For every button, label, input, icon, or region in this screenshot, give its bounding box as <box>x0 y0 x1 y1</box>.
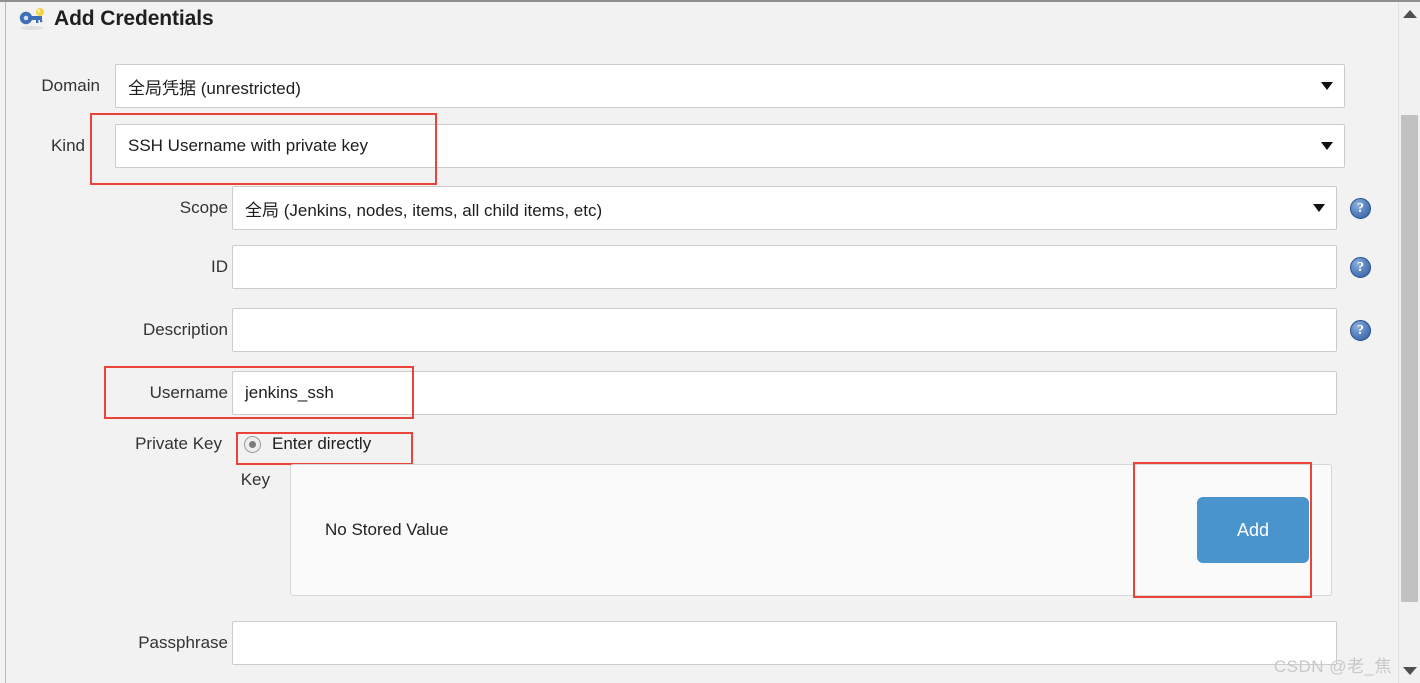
chevron-down-icon <box>1321 82 1333 90</box>
description-input[interactable] <box>232 308 1337 352</box>
key-value-panel[interactable]: No Stored Value Add <box>290 464 1332 596</box>
scroll-down-arrow-icon[interactable] <box>1402 667 1417 675</box>
id-row: ID ? <box>0 245 1375 289</box>
chevron-down-icon <box>1321 142 1333 150</box>
enter-directly-label: Enter directly <box>272 434 372 453</box>
chevron-down-icon <box>1313 204 1325 212</box>
kind-select[interactable]: SSH Username with private key <box>115 124 1345 168</box>
username-row: Username jenkins_ssh <box>0 371 1345 415</box>
username-label: Username <box>149 383 228 402</box>
enter-directly-radio-option[interactable]: Enter directly <box>244 434 371 454</box>
scope-label: Scope <box>179 198 228 217</box>
vertical-scrollbar[interactable] <box>1398 2 1420 683</box>
scope-value: 全局 (Jenkins, nodes, items, all child ite… <box>245 200 603 220</box>
add-key-button[interactable]: Add <box>1197 497 1309 563</box>
scroll-up-arrow-icon[interactable] <box>1402 10 1417 18</box>
private-key-row: Private Key Enter directly <box>0 434 600 454</box>
watermark: CSDN @老_焦 <box>1273 657 1392 676</box>
domain-label: Domain <box>41 76 100 95</box>
scope-help-icon[interactable]: ? <box>1350 197 1371 219</box>
id-label: ID <box>211 257 228 276</box>
username-value: jenkins_ssh <box>245 383 334 402</box>
key-no-stored-value-text: No Stored Value <box>325 520 449 539</box>
kind-row: Kind SSH Username with private key <box>0 124 1345 168</box>
description-row: Description ? <box>0 308 1375 352</box>
description-label: Description <box>142 320 228 339</box>
add-credentials-page: Add Credentials Domain 全局凭据 (unrestricte… <box>0 0 1420 683</box>
kind-value: SSH Username with private key <box>128 136 368 155</box>
page-header: Add Credentials <box>18 2 214 36</box>
domain-value: 全局凭据 (unrestricted) <box>128 78 301 98</box>
private-key-label: Private Key <box>135 434 222 453</box>
kind-label: Kind <box>50 136 85 155</box>
domain-row: Domain 全局凭据 (unrestricted) <box>0 64 1345 108</box>
key-icon <box>18 7 48 31</box>
page-title: Add Credentials <box>54 7 214 30</box>
username-input[interactable]: jenkins_ssh <box>232 371 1337 415</box>
scope-select[interactable]: 全局 (Jenkins, nodes, items, all child ite… <box>232 186 1337 230</box>
passphrase-input[interactable] <box>232 621 1337 665</box>
scrollbar-thumb[interactable] <box>1401 115 1418 602</box>
id-help-icon[interactable]: ? <box>1350 256 1371 278</box>
key-label: Key <box>240 470 270 489</box>
radio-selected-icon[interactable] <box>244 435 261 453</box>
passphrase-row: Passphrase <box>0 621 1345 665</box>
passphrase-label: Passphrase <box>138 633 228 652</box>
description-help-icon[interactable]: ? <box>1350 319 1371 341</box>
id-input[interactable] <box>232 245 1337 289</box>
scope-row: Scope 全局 (Jenkins, nodes, items, all chi… <box>0 186 1375 230</box>
domain-select[interactable]: 全局凭据 (unrestricted) <box>115 64 1345 108</box>
